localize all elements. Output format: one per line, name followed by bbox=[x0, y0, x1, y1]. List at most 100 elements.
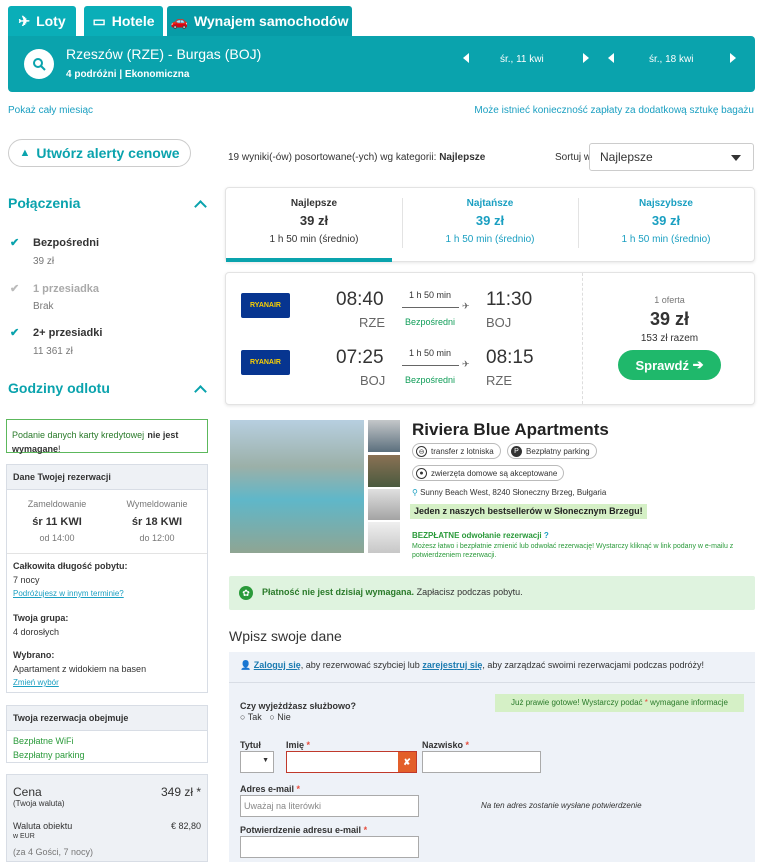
radio-no[interactable]: ○ Nie bbox=[269, 712, 290, 722]
title-select[interactable]: ▼ bbox=[240, 751, 274, 773]
filter-one-stop-price: Brak bbox=[33, 301, 54, 312]
price-panel: Cena (Twoja waluta) 349 zł * Waluta obie… bbox=[6, 774, 208, 862]
route-text[interactable]: Rzeszów (RZE) - Burgas (BOJ) bbox=[66, 46, 261, 62]
group-label: Twoja grupa: bbox=[13, 613, 69, 623]
hotel-thumb-photo[interactable] bbox=[367, 488, 401, 521]
change-choice-link[interactable]: Zmień wybór bbox=[13, 678, 59, 687]
free-cancel-title: BEZPŁATNE odwołanie rezerwacji ? bbox=[412, 531, 549, 540]
business-radio-group: ○ Tak ○ Nie bbox=[240, 712, 291, 722]
radio-yes[interactable]: ○ Tak bbox=[240, 712, 262, 722]
stops: Bezpośredni bbox=[404, 317, 456, 327]
location-pin-icon: ⚲ bbox=[412, 488, 418, 497]
checkbox-two-stops[interactable]: ✔ bbox=[10, 328, 20, 339]
email-input[interactable]: Uważaj na literówki bbox=[240, 795, 419, 817]
baggage-link[interactable]: Może istnieć konieczność zapłaty za doda… bbox=[474, 105, 754, 116]
sort-select[interactable]: Najlepsze bbox=[589, 143, 754, 171]
sort-best[interactable]: Najlepsze 39 zł 1 h 50 min (średnio) bbox=[226, 198, 402, 245]
business-question: Czy wyjeżdżasz służbowo? bbox=[240, 701, 357, 711]
guests-nights: (za 4 Gości, 7 nocy) bbox=[13, 847, 94, 857]
currency-label: Waluta obiektu bbox=[13, 821, 73, 831]
checkbox-one-stop[interactable]: ✔ bbox=[10, 284, 20, 295]
feature-pets: ● zwierzęta domowe są akceptowane bbox=[412, 465, 565, 481]
include-item: Bezpłatne WiFi bbox=[13, 736, 74, 746]
sort-cheapest[interactable]: Najtańsze 39 zł 1 h 50 min (średnio) bbox=[402, 198, 578, 245]
hotel-main-photo[interactable] bbox=[229, 419, 365, 554]
booking-details-panel: Dane Twojej rezerwacji Zameldowanie śr 1… bbox=[6, 464, 208, 693]
departure-times-heading: Godziny odlotu bbox=[8, 380, 110, 396]
checkout-date: śr 18 KWI bbox=[131, 516, 183, 528]
return-date[interactable]: śr., 18 kwi bbox=[649, 54, 693, 65]
hotel-thumb-photo[interactable] bbox=[367, 419, 401, 453]
offer-count: 1 oferta bbox=[654, 295, 685, 305]
filter-one-stop-label: 1 przesiadka bbox=[33, 283, 100, 295]
checkin-label: Zameldowanie bbox=[27, 499, 87, 509]
tab-hotels[interactable]: ▭ Hotele bbox=[84, 6, 163, 36]
login-link[interactable]: Zaloguj się bbox=[254, 660, 301, 670]
hotel-thumb-photo[interactable] bbox=[367, 454, 401, 488]
filter-two-stops-label: 2+ przesiadki bbox=[33, 327, 103, 339]
currency-sub: w EUR bbox=[13, 833, 35, 840]
hotel-address[interactable]: ⚲ Sunny Beach West, 8240 Słoneczny Brzeg… bbox=[412, 488, 606, 497]
hotel-name[interactable]: Riviera Blue Apartments bbox=[412, 420, 609, 440]
confirm-email-input[interactable] bbox=[240, 836, 419, 858]
search-icon bbox=[33, 58, 46, 71]
hotel-thumb-photo[interactable] bbox=[367, 521, 401, 554]
payment-notice: ✿ Płatność nie jest dzisiaj wymagana. Za… bbox=[229, 576, 755, 610]
stay-length: 7 nocy bbox=[13, 575, 40, 585]
flight-result-card[interactable]: RYANAIR 08:40 RZE 1 h 50 min ✈ Bezpośred… bbox=[225, 272, 755, 405]
other-dates-link[interactable]: Podróżujesz w innym terminie? bbox=[13, 589, 124, 598]
check-button[interactable]: Sprawdź ➔ bbox=[618, 350, 721, 380]
flight-line bbox=[402, 307, 459, 308]
error-icon: ✘ bbox=[398, 752, 416, 772]
filter-direct-label: Bezpośredni bbox=[33, 237, 100, 249]
chevron-up-icon[interactable] bbox=[194, 200, 207, 213]
prev-date-1-icon[interactable] bbox=[463, 53, 469, 63]
form-heading: Wpisz swoje dane bbox=[229, 628, 342, 644]
price-value: 349 zł * bbox=[160, 785, 201, 799]
divider bbox=[402, 198, 403, 248]
paw-icon: ● bbox=[416, 468, 427, 479]
stay-length-label: Całkowita długość pobytu: bbox=[13, 561, 128, 571]
info-icon[interactable]: ? bbox=[544, 531, 549, 540]
feature-parking: P Bezpłatny parking bbox=[507, 443, 597, 459]
offer-total: 153 zł razem bbox=[640, 333, 699, 344]
next-date-2-icon[interactable] bbox=[730, 53, 736, 63]
shuttle-icon: ⊖ bbox=[416, 446, 427, 457]
arrive-airport: RZE bbox=[486, 373, 512, 388]
stops: Bezpośredni bbox=[404, 375, 456, 385]
divider bbox=[7, 553, 207, 554]
parking-icon: P bbox=[511, 446, 522, 457]
search-button[interactable] bbox=[24, 49, 54, 79]
title-label: Tytuł bbox=[240, 740, 261, 750]
tab-flights[interactable]: ✈ Loty bbox=[8, 6, 76, 36]
chosen-label: Wybrano: bbox=[13, 650, 55, 660]
prev-date-2-icon[interactable] bbox=[608, 53, 614, 63]
depart-airport: RZE bbox=[359, 315, 385, 330]
chosen-room: Apartament z widokiem na basen bbox=[13, 664, 147, 674]
price-sub: (Twoja waluta) bbox=[13, 799, 65, 808]
checkbox-direct[interactable]: ✔ bbox=[10, 238, 20, 249]
duration: 1 h 50 min bbox=[408, 348, 452, 358]
show-month-link[interactable]: Pokaż cały miesiąc bbox=[8, 105, 93, 116]
next-date-1-icon[interactable] bbox=[583, 53, 589, 63]
price-alert-button[interactable]: ▲ Utwórz alerty cenowe bbox=[8, 139, 191, 167]
depart-date[interactable]: śr., 11 kwi bbox=[500, 54, 544, 65]
first-name-label: Imię * bbox=[286, 740, 311, 750]
last-name-input[interactable] bbox=[422, 751, 541, 773]
sort-tabs: Najlepsze 39 zł 1 h 50 min (średnio) Najta… bbox=[225, 187, 755, 262]
first-name-input[interactable]: ✘ bbox=[286, 751, 417, 773]
register-link[interactable]: zarejestruj się bbox=[422, 660, 482, 670]
money-icon: ✿ bbox=[239, 586, 253, 600]
card-notice: Podanie danych karty kredytowej nie jest… bbox=[6, 419, 208, 454]
tab-car-rental[interactable]: 🚗 Wynajem samochodów bbox=[167, 6, 352, 36]
results-count: 19 wyniki(-ów) posortowane(-ych) wg kate… bbox=[228, 152, 486, 163]
sort-fastest[interactable]: Najszybsze 39 zł 1 h 50 min (średnio) bbox=[578, 198, 754, 245]
checkin-time: od 14:00 bbox=[39, 533, 75, 543]
includes-panel: Twoja rezerwacja obejmuje Bezpłatne WiFi… bbox=[6, 705, 208, 763]
chevron-up-icon[interactable] bbox=[194, 385, 207, 398]
bed-icon: ▭ bbox=[92, 12, 106, 29]
depart-time: 08:40 bbox=[336, 289, 384, 310]
filter-two-stops-price: 11 361 zł bbox=[33, 346, 73, 357]
depart-time: 07:25 bbox=[336, 347, 384, 368]
travelers-cabin[interactable]: 4 podróżni | Ekonomiczna bbox=[66, 69, 189, 80]
